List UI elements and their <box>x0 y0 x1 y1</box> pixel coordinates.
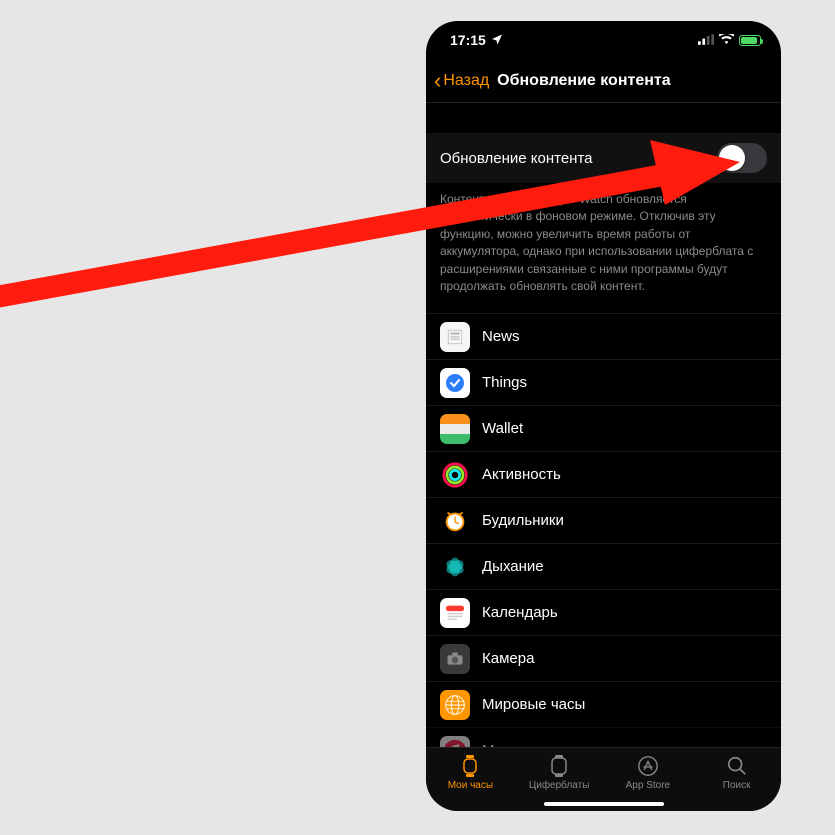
app-row-music[interactable]: Музыка <box>426 727 781 747</box>
search-icon <box>725 754 749 778</box>
wifi-icon <box>719 32 734 48</box>
tab-bar: Мои часы Циферблаты App Store Поиск <box>426 747 781 811</box>
tab-label: Поиск <box>723 780 751 791</box>
content-scroll[interactable]: Обновление контента Контент программ App… <box>426 103 781 747</box>
news-icon <box>440 322 470 352</box>
app-row-camera[interactable]: Камера <box>426 635 781 681</box>
app-label: Камера <box>482 650 534 667</box>
app-row-activity[interactable]: Активность <box>426 451 781 497</box>
content-refresh-label: Обновление контента <box>440 150 593 167</box>
phone-frame: 17:15 ‹ Назад Обновлени <box>426 21 781 811</box>
app-row-news[interactable]: News <box>426 313 781 359</box>
battery-icon <box>739 35 761 46</box>
nav-bar: ‹ Назад Обновление контента <box>426 59 781 103</box>
tab-label: Мои часы <box>448 780 493 791</box>
back-button[interactable]: ‹ Назад <box>434 70 489 92</box>
app-label: Wallet <box>482 420 523 437</box>
wallet-icon <box>440 414 470 444</box>
app-label: News <box>482 328 520 345</box>
app-label: Календарь <box>482 604 558 621</box>
description-text: Контент программ Apple Watch обновляется… <box>426 183 781 313</box>
tab-faces[interactable]: Циферблаты <box>515 754 604 791</box>
page-title: Обновление контента <box>489 72 773 90</box>
faces-icon <box>547 754 571 778</box>
app-label: Дыхание <box>482 558 544 575</box>
app-row-things[interactable]: Things <box>426 359 781 405</box>
app-row-worldclock[interactable]: Мировые часы <box>426 681 781 727</box>
app-row-wallet[interactable]: Wallet <box>426 405 781 451</box>
toggle-knob <box>719 145 745 171</box>
app-list: News Things Wallet <box>426 313 781 747</box>
watch-icon <box>458 754 482 778</box>
alarm-icon <box>440 506 470 536</box>
camera-icon <box>440 644 470 674</box>
tab-label: App Store <box>626 780 670 791</box>
signal-icon <box>698 32 714 48</box>
status-time: 17:15 <box>450 32 486 48</box>
app-label: Мировые часы <box>482 696 585 713</box>
content-refresh-toggle[interactable] <box>717 143 767 173</box>
music-icon <box>440 736 470 747</box>
appstore-icon <box>636 754 660 778</box>
content-refresh-row: Обновление контента <box>426 133 781 183</box>
app-label: Будильники <box>482 512 564 529</box>
app-row-alarm[interactable]: Будильники <box>426 497 781 543</box>
tab-label: Циферблаты <box>529 780 590 791</box>
worldclock-icon <box>440 690 470 720</box>
activity-icon <box>440 460 470 490</box>
location-icon <box>491 32 503 48</box>
things-icon <box>440 368 470 398</box>
chevron-left-icon: ‹ <box>434 70 441 92</box>
app-row-calendar[interactable]: Календарь <box>426 589 781 635</box>
calendar-icon <box>440 598 470 628</box>
app-label: Активность <box>482 466 561 483</box>
tab-search[interactable]: Поиск <box>692 754 781 791</box>
notch <box>529 21 679 45</box>
tab-my-watch[interactable]: Мои часы <box>426 754 515 791</box>
app-label: Things <box>482 374 527 391</box>
back-label: Назад <box>443 72 489 90</box>
home-indicator[interactable] <box>544 802 664 806</box>
breathe-icon <box>440 552 470 582</box>
tab-appstore[interactable]: App Store <box>604 754 693 791</box>
app-row-breathe[interactable]: Дыхание <box>426 543 781 589</box>
